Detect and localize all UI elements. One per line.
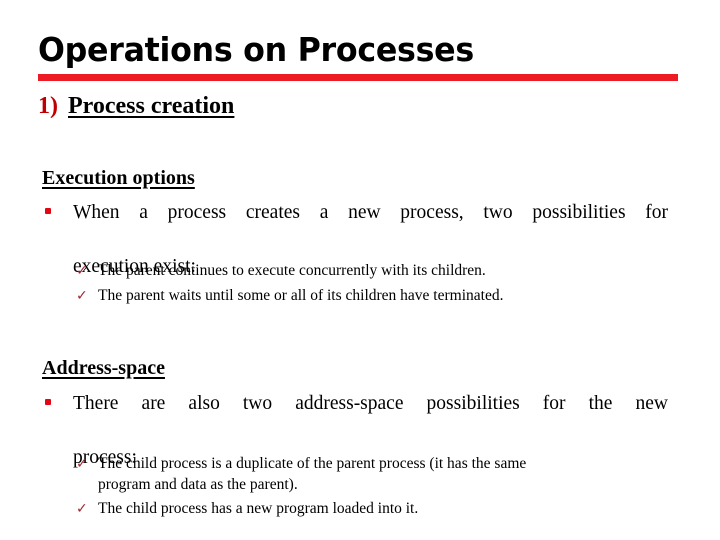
list-item-text: The child process has a new program load…: [98, 498, 668, 519]
list-item: ✓ The parent continues to execute concur…: [76, 260, 668, 282]
list-item: ✓ The child process is a duplicate of th…: [76, 453, 668, 495]
list-item: ✓ The parent waits until some or all of …: [76, 285, 668, 307]
check-line-1: The child process has a new program load…: [98, 500, 419, 517]
list-item-text: The parent waits until some or all of it…: [98, 285, 668, 306]
check-line-1: The parent continues to execute concurre…: [98, 262, 486, 279]
check-line-2: program and data as the parent).: [98, 476, 298, 493]
check-list-execution-options: ✓ The parent continues to execute concur…: [76, 260, 668, 310]
check-mark-icon: ✓: [76, 456, 88, 472]
check-mark-icon: ✓: [76, 263, 88, 279]
check-line-1: The parent waits until some or all of it…: [98, 287, 504, 304]
title-divider-rule: [38, 74, 678, 81]
slide-canvas: Operations on Processes 1) Process creati…: [0, 0, 720, 540]
bullet-line-1: When a process creates a new process, tw…: [73, 202, 668, 223]
list-item: ✓ The child process has a new program lo…: [76, 498, 668, 520]
list-item-text: The parent continues to execute concurre…: [98, 260, 668, 281]
check-mark-icon: ✓: [76, 501, 88, 517]
section-heading-address-space: Address-space: [42, 357, 165, 379]
square-bullet-icon: [42, 390, 73, 405]
square-bullet-icon: [42, 199, 73, 214]
check-mark-icon: ✓: [76, 288, 88, 304]
heading-text: Process creation: [68, 93, 235, 119]
section-heading-execution-options: Execution options: [42, 167, 195, 189]
check-line-1: The child process is a duplicate of the …: [98, 455, 527, 472]
numbered-heading: 1) Process creation: [38, 91, 234, 121]
check-list-address-space: ✓ The child process is a duplicate of th…: [76, 453, 668, 523]
bullet-line-1: There are also two address-space possibi…: [73, 393, 668, 414]
page-title: Operations on Processes: [38, 30, 474, 69]
heading-number: 1): [38, 93, 58, 119]
list-item-text: The child process is a duplicate of the …: [98, 453, 668, 495]
